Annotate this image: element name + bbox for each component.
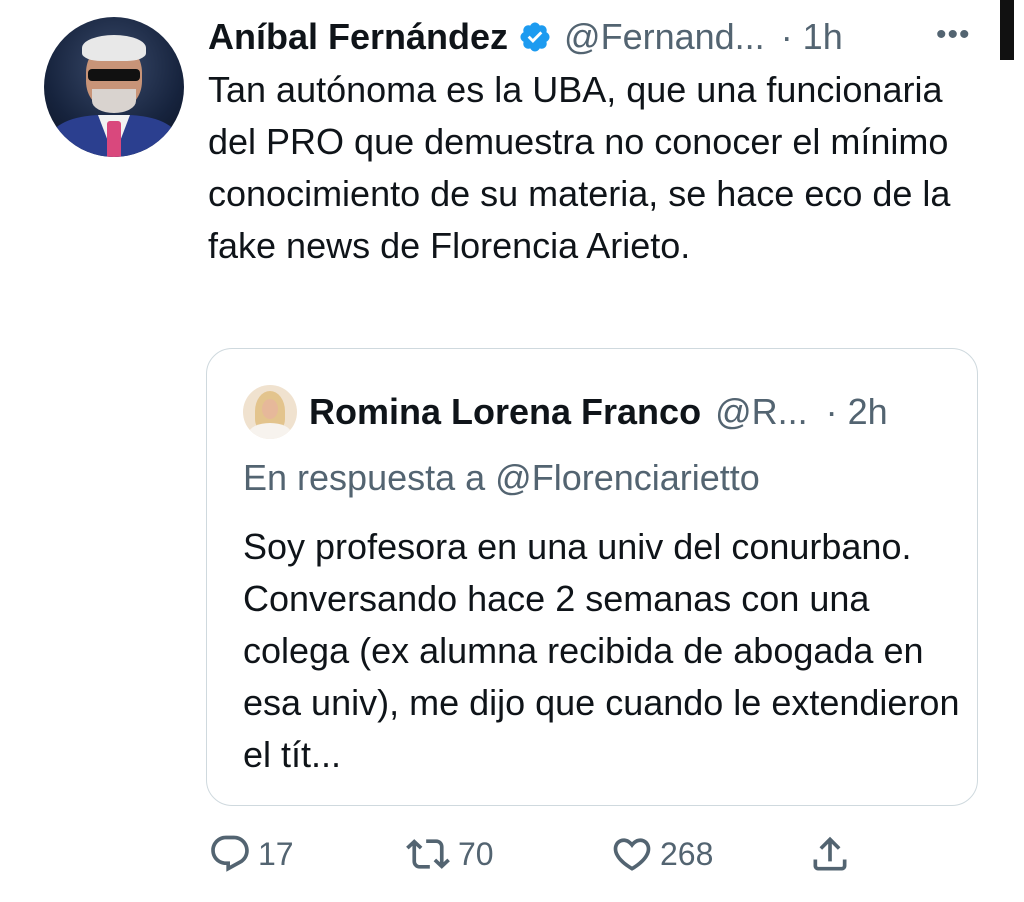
reply-to-label[interactable]: En respuesta a @Florenciarietto	[243, 453, 760, 503]
quoted-author-handle[interactable]: @R...	[715, 391, 808, 433]
quoted-tweet-time[interactable]: · 2h	[826, 391, 888, 433]
quoted-author-name[interactable]: Romina Lorena Franco	[309, 391, 701, 433]
retweet-count: 70	[458, 835, 494, 872]
retweet-button[interactable]: 70	[404, 828, 494, 880]
author-name[interactable]: Aníbal Fernández	[208, 16, 508, 58]
quoted-tweet-header: Romina Lorena Franco @R... · 2h	[309, 387, 888, 437]
action-bar: 17 70 268	[208, 828, 988, 880]
quoted-author-avatar[interactable]	[243, 385, 297, 439]
author-handle[interactable]: @Fernand...	[564, 16, 765, 58]
verified-badge-icon	[520, 22, 550, 52]
retweet-icon	[406, 839, 450, 869]
edge-divider	[1000, 0, 1014, 60]
like-button[interactable]: 268	[610, 828, 713, 880]
share-button[interactable]	[808, 828, 852, 880]
heart-icon	[613, 838, 651, 871]
like-count: 268	[660, 835, 714, 872]
quoted-tweet-text: Soy profesora en una univ del conurbano.…	[243, 526, 960, 775]
reply-icon	[211, 835, 249, 872]
reply-count: 17	[258, 835, 294, 872]
more-icon[interactable]: •••	[936, 18, 976, 52]
reply-button[interactable]: 17	[208, 828, 294, 880]
author-avatar[interactable]	[44, 17, 184, 157]
share-icon	[813, 836, 847, 871]
tweet-text: Tan autónoma es la UBA, que una funciona…	[208, 69, 951, 266]
tweet-header: Aníbal Fernández @Fernand... · 1h	[208, 12, 843, 62]
quoted-tweet[interactable]: Romina Lorena Franco @R... · 2h En respu…	[206, 348, 978, 806]
tweet-time[interactable]: · 1h	[781, 16, 843, 58]
